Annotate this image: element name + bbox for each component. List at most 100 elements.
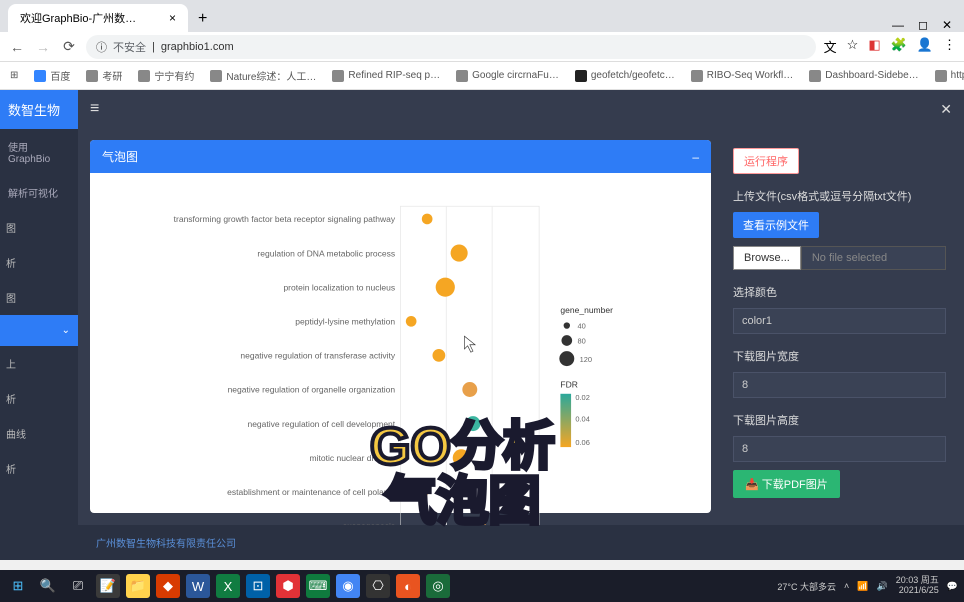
bookmark-item[interactable]: RIBO-Seq Workfl…	[691, 70, 794, 82]
color-label: 选择颜色	[733, 284, 946, 300]
sidebar-item[interactable]: 解析可视化	[0, 175, 78, 210]
extension-icons: 文 ☆ ◧ 🧩 👤 ⋮	[824, 37, 956, 56]
app-icon[interactable]: ◐	[396, 574, 420, 598]
run-button[interactable]: 运行程序	[733, 148, 799, 174]
star-icon[interactable]: ☆	[847, 37, 859, 56]
app-icon[interactable]: 📁	[126, 574, 150, 598]
apps-icon[interactable]: ⊞	[10, 70, 18, 81]
bookmark-item[interactable]: Nature综述：人工…	[210, 68, 316, 83]
notifications-icon[interactable]: 💬	[947, 581, 958, 592]
bookmark-item[interactable]: https://chipster.cs…	[935, 70, 964, 82]
taskview-icon[interactable]: ⎚	[66, 574, 90, 598]
bubble-point	[451, 245, 468, 262]
upload-label: 上传文件(csv格式或逗号分隔txt文件)	[733, 188, 946, 204]
svg-text:0.06: 0.06	[575, 438, 590, 447]
tray-chevron-icon[interactable]: ˄	[844, 581, 849, 591]
minimize-icon[interactable]: —	[892, 18, 904, 32]
bubble-point	[462, 382, 477, 397]
width-input[interactable]	[733, 372, 946, 398]
close-icon[interactable]: ×	[169, 11, 176, 25]
bookmark-item[interactable]: 百度	[34, 68, 70, 83]
bubble-point	[406, 316, 417, 327]
chart-panel: 气泡图 –	[90, 140, 711, 513]
main-area: ≡ ✕ 气泡图 –	[78, 90, 964, 560]
forward-icon[interactable]: →	[34, 39, 52, 55]
sidebar-item[interactable]: 上	[0, 346, 78, 381]
y-label: protein localization to nucleus	[283, 282, 395, 292]
address-bar: ← → ⟳ ⓘ 不安全 | graphbio1.com 文 ☆ ◧ 🧩 👤 ⋮	[0, 32, 964, 62]
sidebar: 数智生物 使用GraphBio 解析可视化 图 析 图 ⌄ 上 析 曲线 析	[0, 90, 78, 560]
svg-text:120: 120	[580, 355, 592, 364]
app-icon[interactable]: X	[216, 574, 240, 598]
bookmark-item[interactable]: Dashboard-Sidebe…	[809, 70, 918, 82]
app-icon[interactable]: 📝	[96, 574, 120, 598]
bubble-point	[466, 416, 481, 431]
new-tab-button[interactable]: +	[188, 6, 217, 32]
height-input[interactable]	[733, 436, 946, 462]
sidebar-item[interactable]: 使用GraphBio	[0, 129, 78, 175]
collapse-icon[interactable]: –	[692, 150, 699, 164]
browser-tab[interactable]: 欢迎GraphBio-广州数… ×	[8, 4, 188, 32]
brand-logo[interactable]: 数智生物	[0, 90, 78, 129]
reload-icon[interactable]: ⟳	[60, 38, 78, 55]
example-file-button[interactable]: 查看示例文件	[733, 212, 819, 238]
tab-title: 欢迎GraphBio-广州数…	[20, 10, 136, 26]
close-window-icon[interactable]: ✕	[942, 18, 952, 32]
download-pdf-button[interactable]: 📥 下载PDF图片	[733, 470, 840, 498]
sound-icon[interactable]: 🔊	[877, 581, 888, 592]
app-icon[interactable]: ◆	[156, 574, 180, 598]
back-icon[interactable]: ←	[8, 39, 26, 55]
wifi-icon[interactable]: 📶	[857, 581, 868, 592]
app-icon[interactable]: ⬢	[276, 574, 300, 598]
app-icon[interactable]: W	[186, 574, 210, 598]
sidebar-item[interactable]: 图	[0, 280, 78, 315]
profile-icon[interactable]: 👤	[917, 37, 933, 56]
start-icon[interactable]: ⊞	[6, 574, 30, 598]
sidebar-item-active[interactable]: ⌄	[0, 315, 78, 346]
app-icon[interactable]: ⌨	[306, 574, 330, 598]
maximize-icon[interactable]: ◻	[918, 18, 928, 32]
bookmarks-bar: ⊞ 百度 考研 宁宁有约 Nature综述：人工… Refined RIP-se…	[0, 62, 964, 90]
sidebar-item[interactable]: 析	[0, 381, 78, 416]
sidebar-item[interactable]: 曲线	[0, 416, 78, 451]
bookmark-item[interactable]: Refined RIP-seq p…	[332, 70, 440, 82]
menu-icon[interactable]: ⋮	[943, 37, 956, 56]
settings-panel: 运行程序 上传文件(csv格式或逗号分隔txt文件) 查看示例文件 Browse…	[727, 140, 952, 513]
bubble-point	[453, 449, 470, 466]
panel-title: 气泡图	[102, 148, 138, 165]
bubble-chart: transforming growth factor beta receptor…	[102, 193, 699, 525]
bookmark-item[interactable]: geofetch/geofetc…	[575, 70, 675, 82]
app-icon[interactable]: ⊡	[246, 574, 270, 598]
bookmark-item[interactable]: 考研	[86, 68, 122, 83]
svg-text:0.02: 0.02	[575, 393, 590, 402]
y-label: establishment or maintenance of cell pol…	[227, 487, 396, 497]
bookmark-item[interactable]: Google circrnaFu…	[456, 70, 559, 82]
sidebar-item[interactable]: 析	[0, 451, 78, 486]
svg-text:80: 80	[577, 337, 585, 346]
color-legend-title: FDR	[560, 379, 578, 389]
color-select[interactable]	[733, 308, 946, 334]
sidebar-item[interactable]: 图	[0, 210, 78, 245]
file-status: No file selected	[801, 246, 946, 270]
windows-taskbar: ⊞ 🔍 ⎚ 📝 📁 ◆ W X ⊡ ⬢ ⌨ ◉ ⎔ ◐ ◎ 27°C 大部多云 …	[0, 570, 964, 602]
height-label: 下载图片高度	[733, 412, 946, 428]
hamburger-icon[interactable]: ≡	[90, 100, 99, 118]
panel-close-icon[interactable]: ✕	[940, 101, 952, 118]
ext-icon[interactable]: ◧	[868, 37, 880, 56]
browse-button[interactable]: Browse...	[733, 246, 801, 270]
app-icon[interactable]: ◎	[426, 574, 450, 598]
clock[interactable]: 20:03 周五 2021/6/25	[896, 576, 939, 596]
app-topbar: ≡ ✕	[78, 90, 964, 128]
search-icon[interactable]: 🔍	[36, 574, 60, 598]
app-icon[interactable]: ⎔	[366, 574, 390, 598]
weather-widget[interactable]: 27°C 大部多云	[777, 580, 836, 593]
translate-icon[interactable]: 文	[824, 37, 837, 56]
url-input[interactable]: ⓘ 不安全 | graphbio1.com	[86, 35, 816, 59]
app-icon[interactable]: ◉	[336, 574, 360, 598]
puzzle-icon[interactable]: 🧩	[891, 37, 907, 56]
panel-header: 气泡图 –	[90, 140, 711, 173]
sidebar-item[interactable]: 析	[0, 245, 78, 280]
bookmark-item[interactable]: 宁宁有约	[138, 68, 194, 83]
cursor-icon	[464, 336, 475, 352]
bubble-point	[436, 278, 455, 297]
